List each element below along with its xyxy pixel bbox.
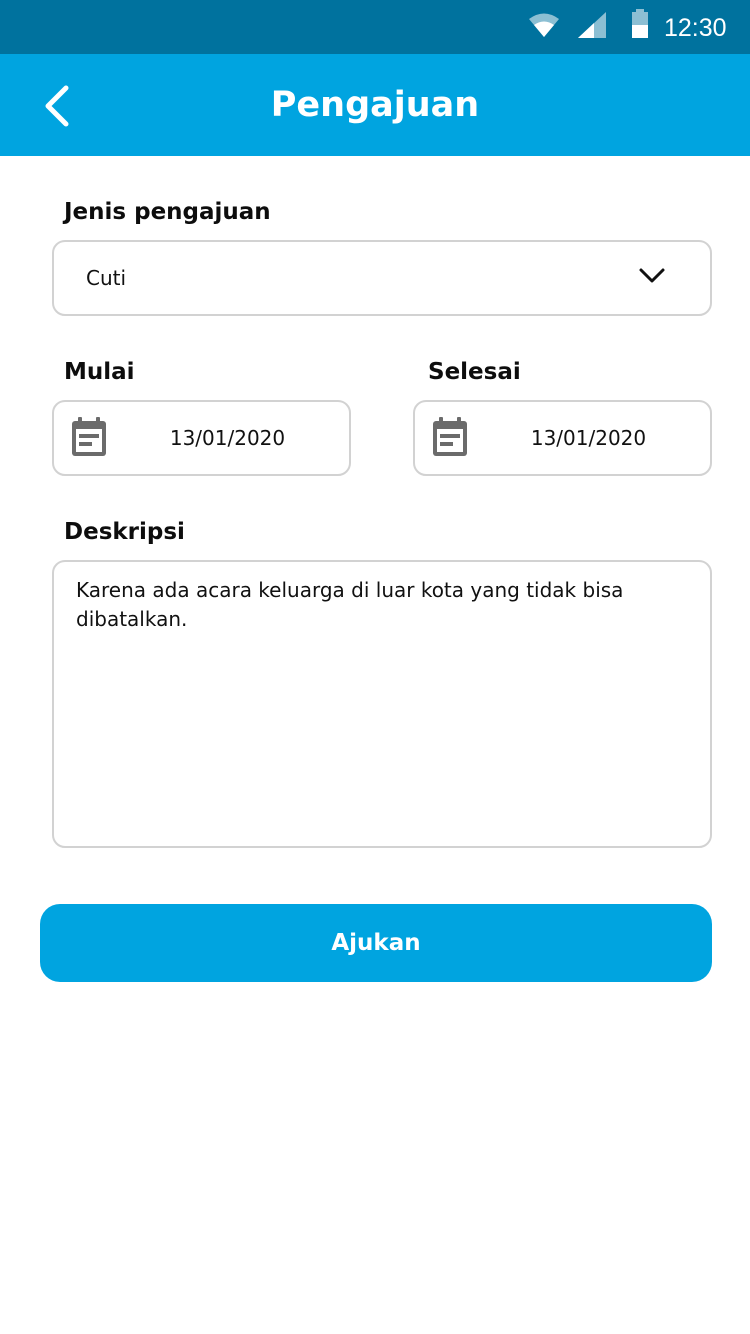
status-bar: 12:30 (0, 0, 750, 54)
end-label: Selesai (428, 359, 521, 385)
start-date-field[interactable]: 13/01/2020 (52, 400, 351, 476)
wifi-icon (529, 13, 559, 37)
start-date-value: 13/01/2020 (169, 426, 286, 450)
type-label: Jenis pengajuan (64, 199, 271, 225)
chevron-left-icon (45, 85, 69, 127)
description-text: Karena ada acara keluarga di luar kota y… (76, 578, 624, 631)
end-date-value: 13/01/2020 (530, 426, 647, 450)
calendar-icon (72, 417, 106, 456)
submit-button[interactable]: Ajukan (40, 904, 712, 982)
type-select-value: Cuti (86, 266, 127, 290)
type-select[interactable]: Cuti (52, 240, 712, 316)
calendar-icon (433, 417, 467, 456)
app-bar: Pengajuan (0, 54, 750, 156)
start-label: Mulai (64, 359, 135, 385)
chevron-down-icon (639, 268, 665, 283)
description-textarea[interactable]: Karena ada acara keluarga di luar kota y… (52, 560, 712, 848)
end-date-field[interactable]: 13/01/2020 (413, 400, 712, 476)
back-button[interactable] (38, 84, 78, 128)
battery-icon (632, 9, 648, 38)
signal-icon (578, 12, 606, 38)
page-title: Pengajuan (270, 85, 480, 125)
status-time: 12:30 (664, 14, 727, 42)
description-label: Deskripsi (64, 519, 185, 545)
